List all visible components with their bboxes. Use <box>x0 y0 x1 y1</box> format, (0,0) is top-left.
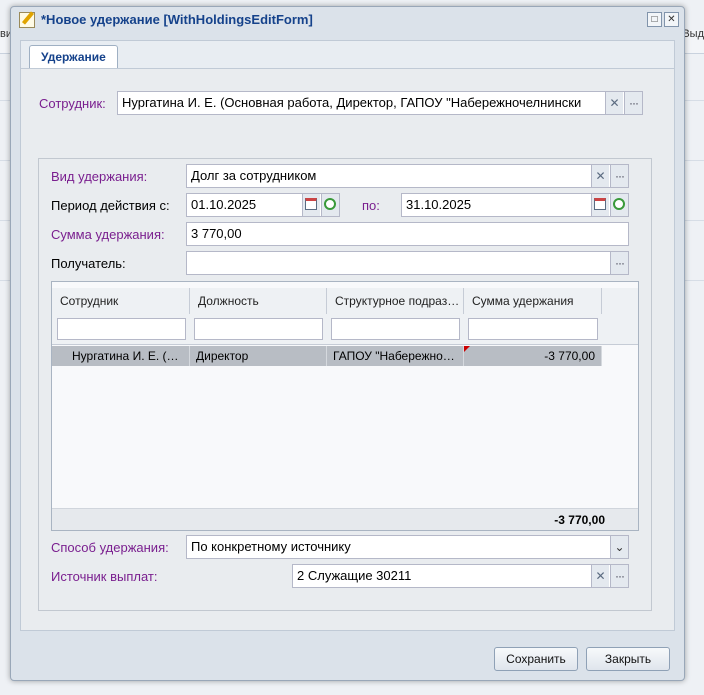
edited-marker-icon <box>464 346 470 352</box>
grid-column-amount[interactable]: Сумма удержания <box>464 288 602 314</box>
window-titlebar[interactable]: *Новое удержание [WithHoldingsEditForm] … <box>11 7 684 33</box>
lookup-icon[interactable]: ··· <box>624 92 642 114</box>
period-from-label: Период действия с: <box>51 198 170 213</box>
clear-icon[interactable]: ✕ <box>591 565 609 587</box>
reset-date-icon[interactable] <box>610 194 628 216</box>
method-value: По конкретному источнику <box>191 539 351 554</box>
amount-field[interactable]: 3 770,00 <box>186 222 629 246</box>
clear-icon[interactable]: ✕ <box>591 165 609 187</box>
grid-summary-bar <box>52 508 638 530</box>
employee-label: Сотрудник: <box>39 96 106 111</box>
recipient-label: Получатель: <box>51 256 126 271</box>
period-to-field[interactable]: 31.10.2025 <box>401 193 629 217</box>
employee-value: Нургатина И. Е. (Основная работа, Директ… <box>122 95 582 110</box>
maximize-button[interactable]: □ <box>647 12 662 27</box>
amount-label: Сумма удержания: <box>51 227 165 242</box>
cell-unit: ГАПОУ "Набережно… <box>327 346 464 366</box>
close-button[interactable]: Закрыть <box>586 647 670 671</box>
save-button[interactable]: Сохранить <box>494 647 578 671</box>
grid-column-position[interactable]: Должность <box>190 288 327 314</box>
period-from-value: 01.10.2025 <box>191 197 257 212</box>
calendar-icon[interactable] <box>302 194 320 216</box>
withholding-type-value: Долг за сотрудником <box>191 168 317 183</box>
source-label: Источник выплат: <box>51 569 158 584</box>
lookup-icon[interactable]: ··· <box>610 565 628 587</box>
employee-field[interactable]: Нургатина И. Е. (Основная работа, Директ… <box>117 91 643 115</box>
lookup-icon[interactable]: ··· <box>610 252 628 274</box>
tab-strip: Удержание <box>20 40 675 69</box>
reset-date-icon[interactable] <box>321 194 339 216</box>
period-to-label: по: <box>362 198 380 213</box>
grid-filter-unit[interactable] <box>331 318 460 340</box>
cell-amount-value: -3 770,00 <box>544 349 595 363</box>
lookup-icon[interactable]: ··· <box>610 165 628 187</box>
method-select[interactable]: По конкретному источнику ⌄ <box>186 535 629 559</box>
source-value: 2 Служащие 30211 <box>297 568 412 583</box>
table-row[interactable]: Нургатина И. Е. (… Директор ГАПОУ "Набер… <box>52 346 602 366</box>
employees-grid: Сотрудник Должность Структурное подраз… … <box>51 281 639 531</box>
grid-filter-position[interactable] <box>194 318 323 340</box>
grid-column-unit[interactable]: Структурное подраз… <box>327 288 464 314</box>
method-label: Способ удержания: <box>51 540 169 555</box>
period-from-field[interactable]: 01.10.2025 <box>186 193 340 217</box>
cell-amount[interactable]: -3 770,00 <box>464 346 602 366</box>
chevron-down-icon[interactable]: ⌄ <box>610 536 628 558</box>
period-to-value: 31.10.2025 <box>406 197 472 212</box>
withholding-type-label: Вид удержания: <box>51 169 148 184</box>
withholding-type-field[interactable]: Долг за сотрудником ✕ ··· <box>186 164 629 188</box>
close-window-button[interactable]: ✕ <box>664 12 679 27</box>
grid-filter-amount[interactable] <box>468 318 598 340</box>
window-title: *Новое удержание [WithHoldingsEditForm] <box>41 12 313 27</box>
cell-employee: Нургатина И. Е. (… <box>52 346 190 366</box>
grid-column-employee[interactable]: Сотрудник <box>52 288 190 314</box>
grid-total: -3 770,00 <box>554 513 605 527</box>
withholding-edit-window: *Новое удержание [WithHoldingsEditForm] … <box>10 6 685 681</box>
clear-icon[interactable]: ✕ <box>605 92 623 114</box>
amount-value: 3 770,00 <box>191 226 242 241</box>
source-field[interactable]: 2 Служащие 30211 ✕ ··· <box>292 564 629 588</box>
recipient-field[interactable]: ··· <box>186 251 629 275</box>
cell-position: Директор <box>190 346 327 366</box>
tab-withholding[interactable]: Удержание <box>29 45 118 69</box>
grid-filter-employee[interactable] <box>57 318 186 340</box>
edit-form-icon <box>19 12 35 28</box>
calendar-icon[interactable] <box>591 194 609 216</box>
background-right-text: Выд <box>682 28 704 40</box>
